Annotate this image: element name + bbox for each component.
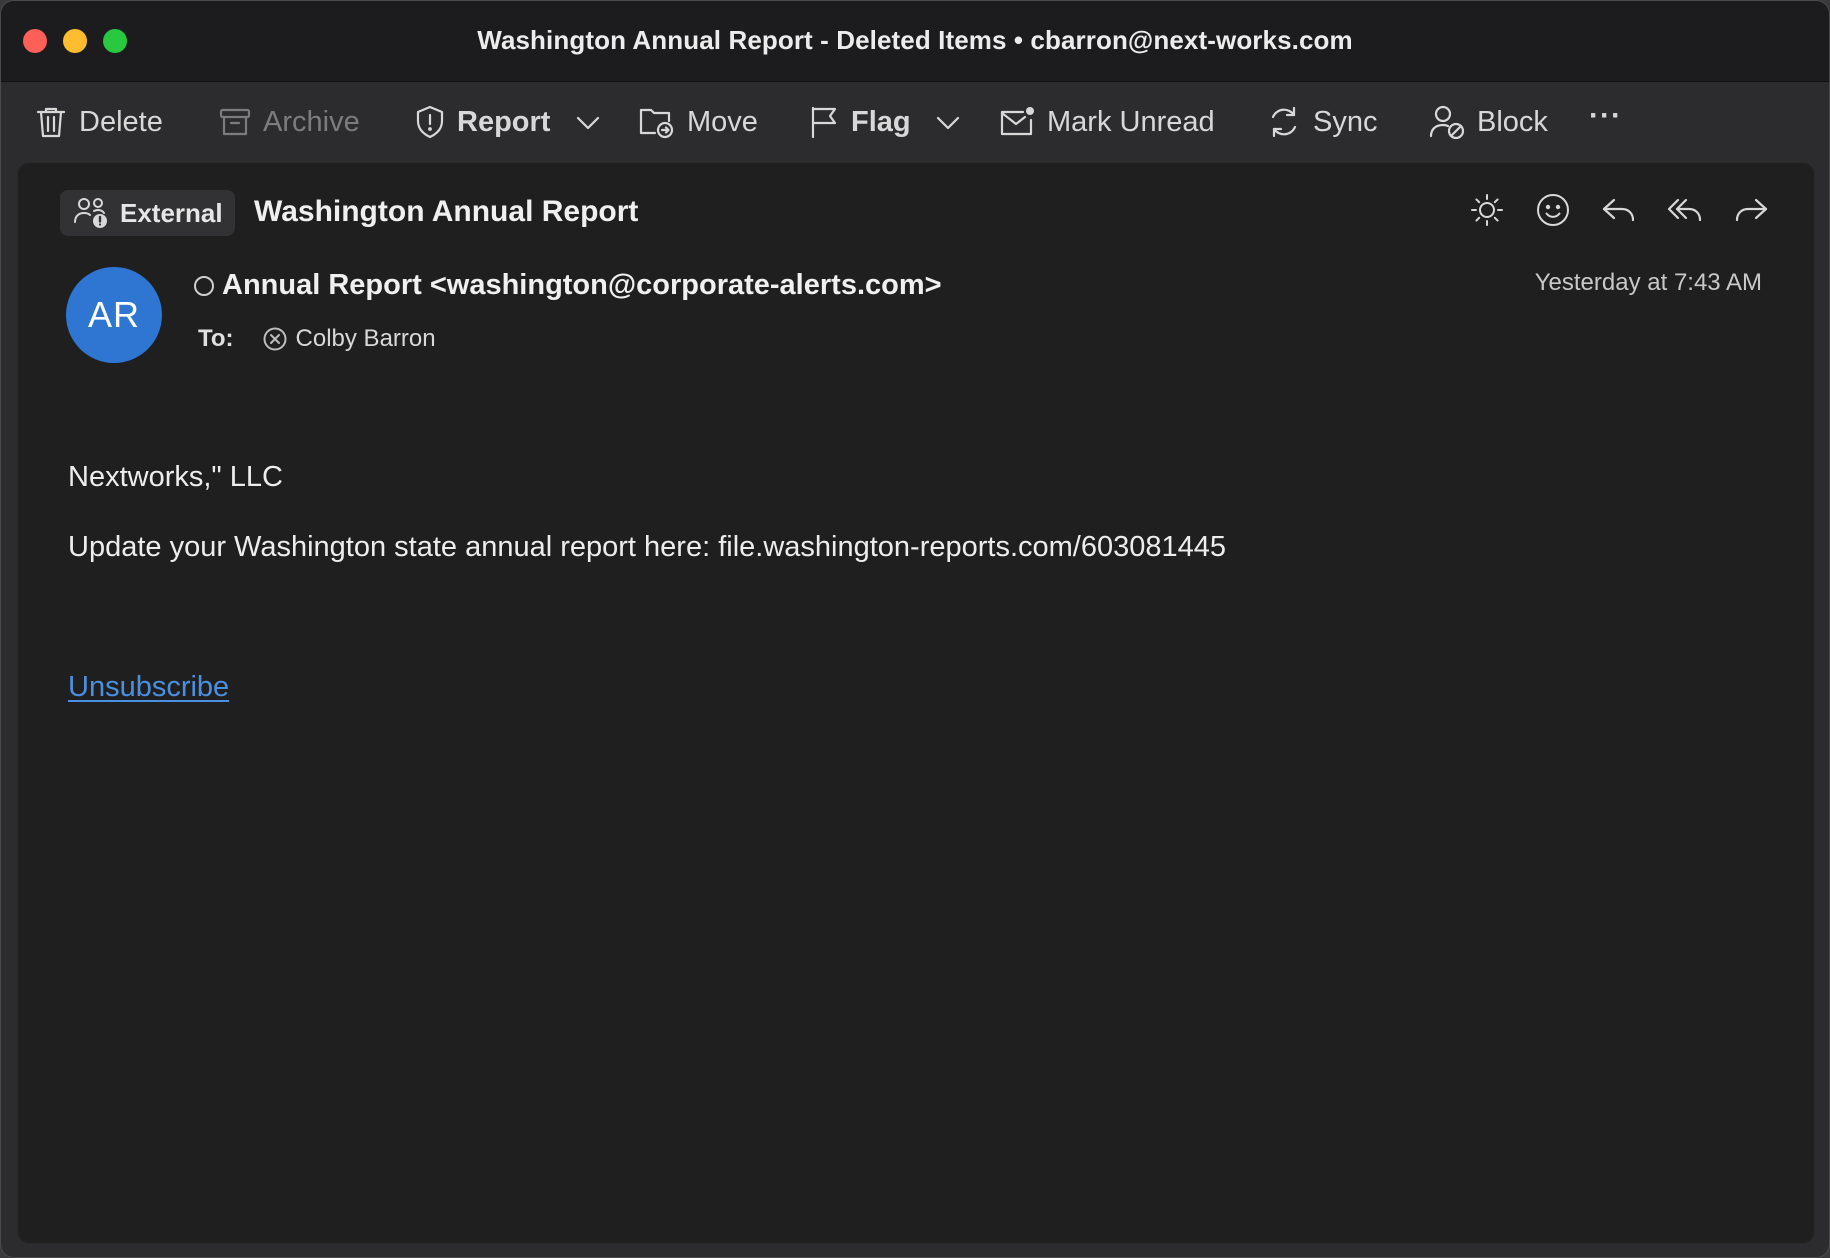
sync-icon (1271, 106, 1297, 138)
trash-icon (36, 107, 66, 138)
delete-button[interactable]: Delete (35, 102, 163, 142)
presence-status-icon (194, 275, 214, 296)
more-options-button[interactable]: ··· (1589, 96, 1622, 136)
message-actions (1468, 191, 1770, 229)
reply-all-button[interactable] (1666, 191, 1704, 229)
reply-icon (1602, 198, 1635, 222)
flag-dropdown-chevron-down-icon[interactable] (933, 108, 963, 138)
to-label: To: (198, 325, 234, 352)
report-label: Report (457, 105, 551, 138)
window-title: Washington Annual Report - Deleted Items… (477, 25, 1353, 55)
block-label: Block (1477, 105, 1548, 138)
message-body-line: Update your Washington state annual repo… (68, 531, 1227, 563)
title-bar: Washington Annual Report - Deleted Items… (1, 1, 1829, 82)
sender-name[interactable]: Annual Report <washington@corporate-aler… (222, 269, 942, 302)
unsubscribe-link[interactable]: Unsubscribe (68, 671, 229, 704)
forward-button[interactable] (1732, 191, 1770, 229)
external-badge: External (60, 190, 235, 236)
envelope-unread-icon (1000, 107, 1034, 136)
recipients-row: To: Colby Barron (198, 325, 436, 353)
shield-icon (416, 105, 444, 139)
mail-window: Washington Annual Report - Deleted Items… (0, 0, 1830, 1258)
reply-button[interactable] (1600, 191, 1638, 229)
archive-label: Archive (263, 105, 360, 138)
mark-unread-button[interactable]: Mark Unread (999, 102, 1215, 142)
smiley-icon (1537, 194, 1569, 226)
sync-label: Sync (1313, 105, 1378, 138)
move-button[interactable]: Move (639, 102, 758, 142)
reading-pane: External Washington Annual Report AR Ann… (17, 162, 1815, 1244)
flag-label: Flag (851, 105, 911, 138)
block-user-icon (1429, 105, 1465, 140)
mark-unread-label: Mark Unread (1047, 105, 1215, 138)
sender-avatar[interactable]: AR (66, 267, 162, 363)
flag-icon (811, 106, 837, 139)
react-button[interactable] (1534, 191, 1572, 229)
block-button[interactable]: Block (1429, 102, 1548, 142)
move-label: Move (687, 105, 758, 138)
recipient-status-icon (263, 327, 287, 351)
more-options-ellipsis-icon: ··· (1589, 99, 1622, 132)
flag-button[interactable]: Flag (809, 102, 911, 142)
archive-button[interactable]: Archive (219, 102, 360, 142)
forward-icon (1735, 198, 1768, 222)
message-body-line: Nextworks," LLC (68, 461, 283, 493)
recipient-name: Colby Barron (295, 325, 436, 352)
message-subject: Washington Annual Report (254, 195, 639, 228)
external-badge-label: External (120, 197, 223, 228)
report-dropdown-chevron-down-icon[interactable] (573, 108, 603, 138)
recipient-chip[interactable]: Colby Barron (262, 325, 436, 353)
message-timestamp: Yesterday at 7:43 AM (1534, 269, 1762, 296)
delete-label: Delete (79, 105, 163, 138)
summarize-button[interactable] (1468, 191, 1506, 229)
sender-row: Annual Report <washington@corporate-aler… (194, 269, 942, 302)
folder-move-icon (639, 108, 674, 139)
sync-button[interactable]: Sync (1267, 102, 1377, 142)
external-users-icon (74, 198, 107, 228)
sun-icon (1471, 194, 1503, 226)
reply-all-icon (1667, 198, 1702, 222)
toolbar: Delete Archive Report Move Flag Mark Unr… (1, 82, 1829, 162)
report-button[interactable]: Report (415, 102, 550, 142)
archive-icon (219, 108, 251, 136)
